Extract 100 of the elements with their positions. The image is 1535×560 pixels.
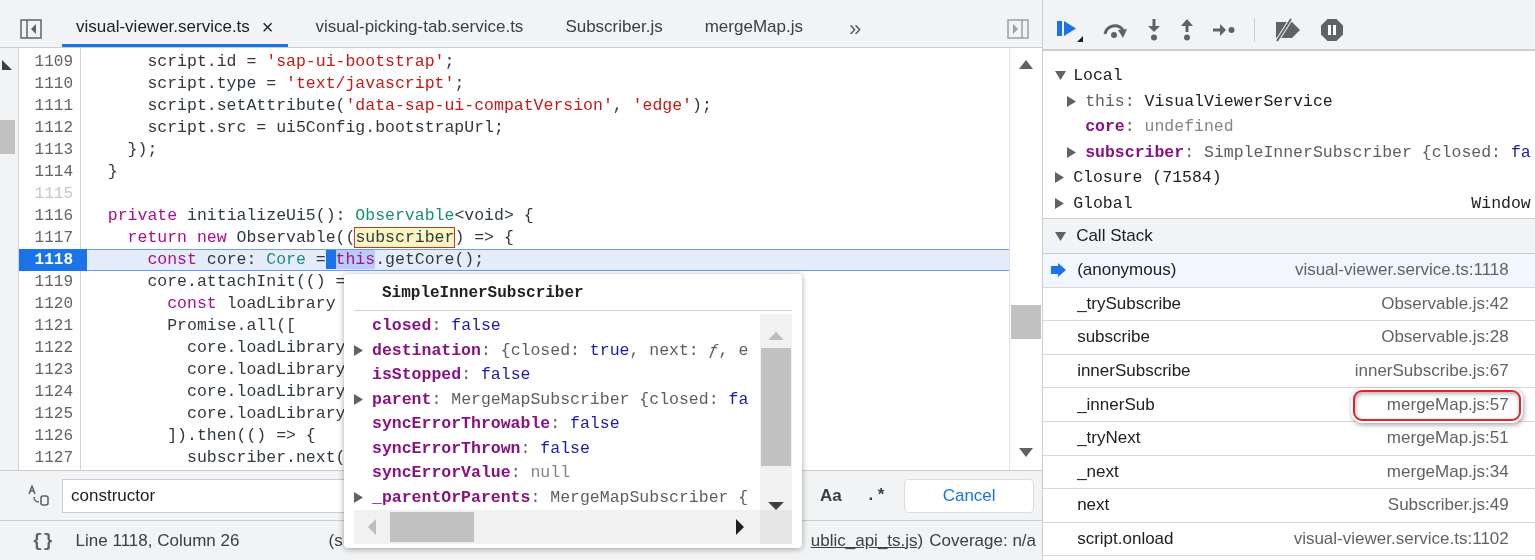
file-tab[interactable]: visual-picking-tab.service.ts bbox=[301, 10, 538, 47]
line-number: 1110 bbox=[33, 74, 74, 95]
scrollbar-thumb[interactable] bbox=[761, 347, 791, 467]
code-line: core.attachInit(() = bbox=[146, 272, 346, 291]
call-frame[interactable]: script.onload visual-viewer.service.ts:1102 bbox=[1043, 522, 1535, 557]
collapse-arrow-icon[interactable] bbox=[1055, 231, 1067, 241]
call-frame[interactable]: next Subscriber.js:49 bbox=[1043, 489, 1535, 523]
scope-label[interactable]: Global bbox=[1073, 193, 1133, 213]
scope-variable: subscriber: SimpleInnerSubscriber {closed: fa bbox=[1085, 142, 1531, 162]
pretty-print-button[interactable]: {} bbox=[32, 530, 54, 551]
scroll-right-icon[interactable] bbox=[736, 519, 744, 535]
scrollbar-thumb[interactable] bbox=[390, 512, 474, 542]
call-frame[interactable]: _next mergeMap.js:34 bbox=[1043, 455, 1535, 490]
more-tabs-button[interactable]: » bbox=[838, 10, 872, 47]
line-number: 1123 bbox=[33, 360, 74, 381]
close-button[interactable]: × bbox=[261, 15, 274, 39]
line-number: 1126 bbox=[33, 426, 74, 447]
code-line: private initializeUi5(): Observable<void> { bbox=[106, 206, 534, 225]
file-tab[interactable]: mergeMap.js bbox=[690, 10, 817, 47]
collapse-arrow-icon[interactable] bbox=[1055, 71, 1067, 81]
property-entry: syncErrorThrowable: false bbox=[372, 413, 620, 435]
code-line: core.loadLibrary bbox=[186, 338, 346, 357]
code-line: core.loadLibrary bbox=[186, 360, 346, 379]
code-line: } bbox=[106, 162, 118, 181]
coverage-text: Coverage: n/a bbox=[929, 530, 1037, 551]
expand-arrow-icon[interactable] bbox=[1055, 172, 1065, 184]
step-out-icon[interactable] bbox=[1180, 18, 1195, 41]
code-line: script.id = 'sap-ui-bootstrap'; bbox=[146, 52, 455, 71]
scope-variable: this: VisualViewerService bbox=[1085, 91, 1333, 111]
call-frame[interactable]: _tryNext mergeMap.js:51 bbox=[1043, 421, 1535, 456]
file-tab[interactable]: visual-viewer.service.ts × bbox=[62, 10, 288, 47]
scope-label[interactable]: Closure (71584) bbox=[1073, 168, 1222, 188]
line-number: 1115 bbox=[33, 184, 74, 205]
code-line: return new Observable((subscriber) => { bbox=[126, 228, 514, 247]
match-case-button[interactable]: Aa bbox=[814, 485, 848, 506]
expand-arrow-icon[interactable] bbox=[1067, 95, 1077, 107]
line-number: 1124 bbox=[33, 382, 74, 403]
popover-title: SimpleInnerSubscriber bbox=[354, 274, 792, 311]
replace-toggle-icon[interactable] bbox=[28, 484, 50, 507]
line-number: 1117 bbox=[33, 228, 74, 249]
cursor-position: Line 1118, Column 26 bbox=[75, 530, 241, 551]
pause-icon[interactable] bbox=[1321, 18, 1344, 41]
expand-arrow-icon[interactable] bbox=[354, 394, 363, 406]
line-number: 1109 bbox=[33, 52, 74, 73]
call-frame[interactable]: _innerSub mergeMap.js:57 bbox=[1043, 388, 1535, 422]
property-entry: parent: MergeMapSubscriber {closed: fa bbox=[372, 388, 749, 411]
call-frame[interactable]: subscribe Observable.js:28 bbox=[1043, 321, 1535, 355]
call-frame[interactable]: (anonymous) visual-viewer.service.ts:1118 bbox=[1043, 254, 1535, 288]
line-number: 1114 bbox=[33, 162, 74, 183]
property-entry: syncErrorThrown: false bbox=[372, 437, 590, 460]
cancel-button[interactable]: Cancel bbox=[904, 478, 1035, 513]
line-number: 1127 bbox=[33, 448, 74, 469]
line-number: 1119 bbox=[33, 272, 74, 293]
source-link[interactable]: ublic_api_ts.js) bbox=[810, 530, 924, 551]
line-number: 1118 bbox=[19, 249, 87, 271]
code-line: const core: Core = this.getCore(); bbox=[146, 250, 485, 269]
expand-arrow-icon[interactable] bbox=[1055, 197, 1065, 209]
code-line: const loadLibrary bbox=[166, 294, 336, 313]
line-number: 1121 bbox=[33, 316, 74, 337]
current-frame-icon bbox=[1051, 263, 1067, 277]
scroll-down-icon[interactable] bbox=[1019, 448, 1034, 457]
code-line: ]).then(() => { bbox=[166, 426, 316, 445]
property-entry: _parentOrParents: MergeMapSubscriber { bbox=[372, 486, 749, 509]
scope-variable: core: undefined bbox=[1085, 117, 1234, 137]
sidebar-toggle-icon[interactable] bbox=[1007, 19, 1030, 39]
property-entry: syncErrorValue: null bbox=[372, 462, 571, 484]
section-title[interactable]: Call Stack bbox=[1076, 226, 1153, 246]
scroll-up-icon[interactable] bbox=[1019, 60, 1034, 69]
line-number: 1125 bbox=[33, 404, 74, 425]
deactivate-breakpoints-icon[interactable] bbox=[1274, 17, 1303, 42]
expand-arrow-icon[interactable] bbox=[354, 492, 363, 504]
code-line: script.src = ui5Config.bootstrapUrl; bbox=[146, 118, 504, 137]
line-number: 1112 bbox=[33, 118, 74, 139]
step-into-icon[interactable] bbox=[1147, 18, 1162, 41]
line-number: 1113 bbox=[33, 140, 74, 161]
property-entry: destination: {closed: true, next: ƒ, e bbox=[372, 339, 749, 362]
code-line: script.type = 'text/javascript'; bbox=[146, 74, 465, 93]
line-number: 1120 bbox=[33, 294, 74, 315]
sidebar-toggle-icon[interactable] bbox=[20, 19, 42, 39]
expand-arrow-icon[interactable] bbox=[1067, 146, 1077, 158]
regex-button[interactable]: .* bbox=[859, 486, 893, 505]
file-tab[interactable]: Subscriber.js bbox=[551, 10, 677, 47]
step-icon[interactable] bbox=[1213, 23, 1236, 36]
call-frame[interactable]: innerSubscribe innerSubscribe.js:67 bbox=[1043, 354, 1535, 389]
line-number: 1116 bbox=[33, 206, 74, 227]
code-line: }); bbox=[126, 140, 158, 159]
scope-value: Window bbox=[1471, 193, 1531, 213]
code-line: core.loadLibrary bbox=[186, 382, 346, 401]
scrollbar-thumb[interactable] bbox=[1011, 305, 1042, 339]
code-line: Promise.all([ bbox=[166, 316, 296, 335]
call-frame[interactable]: _trySubscribe Observable.js:42 bbox=[1043, 287, 1535, 322]
scrollbar-thumb[interactable] bbox=[0, 120, 15, 154]
source-text: (s bbox=[328, 530, 343, 551]
scroll-up-icon[interactable] bbox=[2, 60, 12, 70]
line-number: 1111 bbox=[33, 96, 74, 117]
code-line: core.loadLibrary bbox=[186, 404, 346, 423]
property-entry: closed: false bbox=[372, 315, 501, 337]
expand-arrow-icon[interactable] bbox=[354, 345, 363, 357]
scope-label[interactable]: Local bbox=[1073, 66, 1123, 86]
property-entry: isStopped: false bbox=[372, 364, 531, 386]
